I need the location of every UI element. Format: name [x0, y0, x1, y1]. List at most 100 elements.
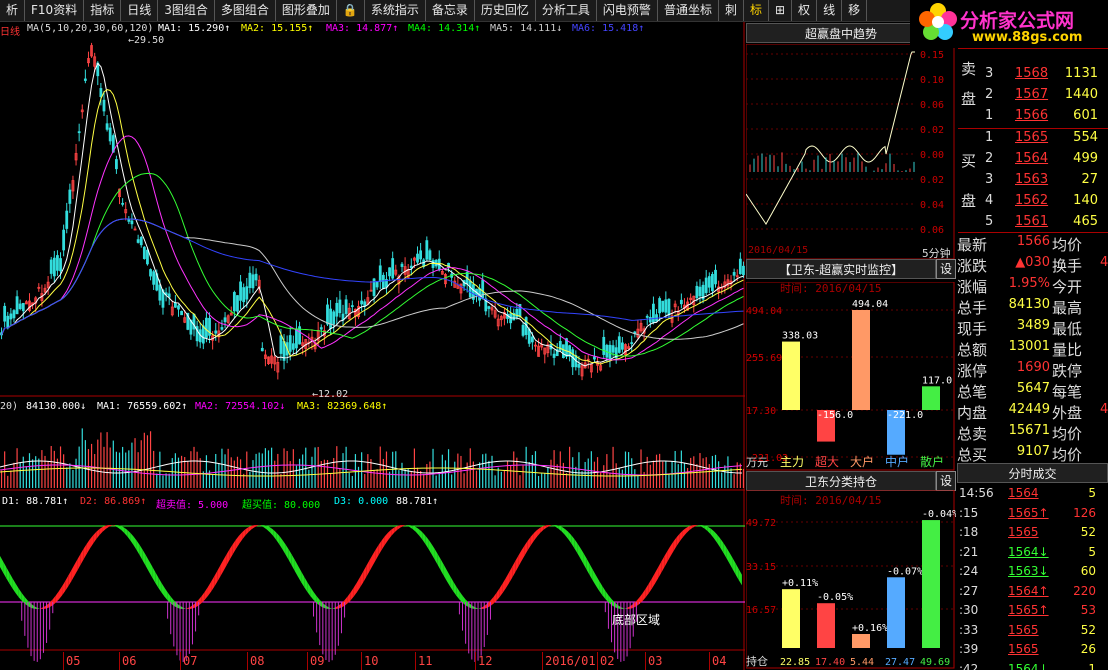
month-gridline-3: [247, 652, 248, 670]
ma1-label: MA1: 15.290↑: [158, 23, 231, 34]
holding-settings-button[interactable]: 设: [936, 471, 956, 491]
indicator-band: [145, 555, 149, 572]
holding-pct: +0.16%: [852, 623, 888, 634]
indicator-band: [239, 532, 243, 545]
toolbar-item-8[interactable]: 系统指示: [365, 0, 426, 21]
month-tick-8: 2016/01: [545, 654, 596, 668]
buy-level: 2: [985, 151, 994, 166]
candle-body: [602, 336, 606, 355]
indicator-band: [512, 561, 516, 578]
quote-label: 现手: [957, 320, 988, 338]
toolbar-item-19[interactable]: 移: [842, 0, 868, 21]
indicator-band: [720, 538, 724, 553]
monitor-bar-label: -221.0: [887, 410, 923, 421]
indicator-band: [93, 531, 97, 544]
ticks-title: 分时成交: [957, 463, 1108, 483]
toolbar-item-1[interactable]: F10资料: [25, 0, 85, 21]
indicator-band: [682, 527, 687, 538]
toolbar-item-6[interactable]: 图形叠加: [276, 0, 337, 21]
toolbar-item-2[interactable]: 指标: [84, 0, 122, 21]
toolbar-item-14[interactable]: 刺: [719, 0, 744, 21]
toolbar-item-15[interactable]: 标: [744, 0, 769, 21]
indicator-band: [388, 529, 392, 541]
indicator-band: [602, 585, 606, 600]
toolbar-item-5[interactable]: 多图组合: [215, 0, 276, 21]
indicator-band: [419, 529, 423, 540]
buy-volume: 27: [1081, 172, 1098, 187]
candle-body: [711, 273, 714, 292]
candle-body: [630, 342, 634, 345]
buy-price: 1564: [1015, 151, 1049, 166]
indicator-band: [235, 535, 240, 550]
indicator-band: [350, 587, 354, 601]
logo-url: www.88gs.com: [972, 30, 1083, 45]
ind-oversell: 超卖值: 5.000: [156, 500, 229, 511]
toolbar-item-4[interactable]: 3图组合: [158, 0, 215, 21]
indicator-band: [139, 545, 143, 561]
quote-label: 最新: [957, 236, 988, 254]
indicator-band: [102, 525, 106, 532]
indicator-band: [443, 564, 447, 582]
indicator-band: [676, 533, 680, 546]
quote-label-2: 均价: [1052, 446, 1083, 464]
indicator-band: [133, 536, 137, 551]
monitor-bar: [852, 310, 870, 410]
toolbar-item-11[interactable]: 分析工具: [536, 0, 597, 21]
indicator-band: [658, 561, 662, 579]
toolbar-item-9[interactable]: 备忘录: [426, 0, 475, 21]
indicator-band: [226, 549, 230, 566]
toolbar-item-3[interactable]: 日线: [121, 0, 159, 21]
candle-body: [527, 329, 531, 344]
holding-bar: [922, 520, 940, 648]
ma120-line: [1, 218, 744, 336]
toolbar-item-7[interactable]: 🔒: [337, 0, 365, 21]
quote-value: 9107: [1016, 444, 1050, 459]
candle-body: [239, 281, 242, 301]
month-gridline-2: [180, 652, 181, 670]
month-tick-3: 08: [250, 654, 265, 668]
quote-value: 1566: [1016, 234, 1050, 249]
candle-body: [611, 345, 615, 353]
indicator-band: [710, 528, 714, 539]
candle-body: [201, 325, 205, 344]
monitor-category: 超大: [815, 454, 839, 469]
toolbar-item-0[interactable]: 析: [0, 0, 26, 21]
tick-time: :30: [959, 603, 979, 617]
toolbar-item-12[interactable]: 闪电预警: [597, 0, 658, 21]
candle-body: [130, 220, 134, 225]
candle-body: [738, 258, 742, 275]
indicator-band: [263, 525, 267, 530]
ind-d3: D3: 0.000: [334, 496, 389, 507]
tick-price: 1565: [1008, 525, 1039, 539]
indicator-band: [589, 564, 593, 581]
candle-body: [326, 304, 329, 325]
candle-body: [102, 99, 106, 112]
monitor-category: 散户: [920, 454, 944, 469]
indicator-band: [266, 525, 271, 533]
candle-body: [12, 310, 16, 319]
toolbar-item-16[interactable]: ⊞: [769, 0, 793, 21]
indicator-band: [220, 559, 224, 577]
ma2-label: MA2: 15.155↑: [241, 23, 314, 34]
toolbar-item-13[interactable]: 普通坐标: [658, 0, 719, 21]
indicator-band: [437, 553, 441, 571]
indicator-band: [431, 543, 435, 560]
indicator-band: [502, 577, 506, 593]
indicator-band: [229, 544, 233, 560]
kline-chart[interactable]: [0, 22, 745, 670]
candle-body: [288, 335, 292, 352]
toolbar-item-10[interactable]: 历史回忆: [475, 0, 536, 21]
toolbar-item-18[interactable]: 线: [817, 0, 843, 21]
monitor-settings-button[interactable]: 设: [936, 259, 956, 279]
toolbar-item-17[interactable]: 权: [792, 0, 818, 21]
candle-body: [350, 305, 354, 307]
indicator-band: [642, 588, 646, 601]
month-gridline-10: [645, 652, 646, 670]
month-gridline-8: [542, 652, 543, 670]
candle-body: [565, 338, 568, 357]
tick-volume: 60: [1080, 564, 1096, 578]
tick-price: 1563↓: [1008, 564, 1049, 578]
indicator-band: [425, 535, 429, 549]
indicator-band: [732, 558, 736, 575]
candle-body: [530, 336, 534, 343]
